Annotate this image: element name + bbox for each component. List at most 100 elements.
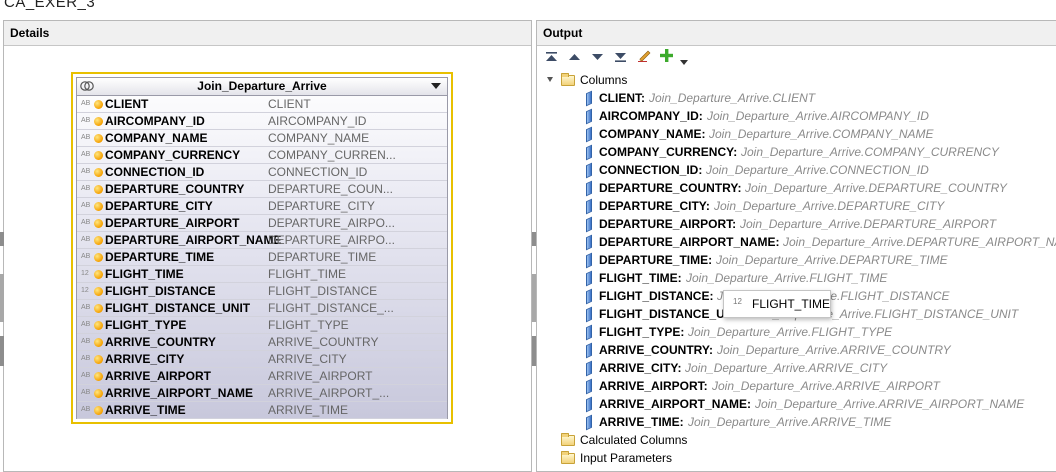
output-column-item[interactable]: DEPARTURE_AIRPORT_NAME: Join_Departure_Ar… <box>537 233 1056 251</box>
node-column-name: COMPANY_NAME <box>105 131 208 145</box>
output-column-item[interactable]: ARRIVE_AIRPORT: Join_Departure_Arrive.ARR… <box>537 377 1056 395</box>
join-node-rows: AB CLIENT CLIENT AB AIRCOMPANY_ID AIRCOMPANY_… <box>77 96 447 419</box>
node-column-source: DEPARTURE_AIRPO... <box>268 233 395 247</box>
join-node[interactable]: Join_Departure_Arrive AB CLIENT CLIENT AB AI… <box>71 72 453 424</box>
move-top-icon[interactable] <box>546 51 557 65</box>
node-column-row[interactable]: AB ARRIVE_AIRPORT ARRIVE_AIRPORT <box>77 368 447 385</box>
output-column-item[interactable]: CLIENT: Join_Departure_Arrive.CLIENT <box>537 89 1056 107</box>
node-column-row[interactable]: AB ARRIVE_TIME ARRIVE_TIME <box>77 402 447 419</box>
node-column-row[interactable]: AB DEPARTURE_TIME DEPARTURE_TIME <box>77 249 447 266</box>
node-column-row[interactable]: AB DEPARTURE_COUNTRY DEPARTURE_COUN... <box>77 181 447 198</box>
output-column-item[interactable]: FLIGHT_TIME: Join_Departure_Arrive.FLIGHT… <box>537 269 1056 287</box>
output-column-item[interactable]: ARRIVE_CITY: Join_Departure_Arrive.ARRIVE… <box>537 359 1056 377</box>
left-sash-marker[interactable] <box>0 336 4 366</box>
dropdown-icon[interactable] <box>680 54 688 68</box>
tooltip-text: FLIGHT_TIME <box>752 297 831 311</box>
folder-icon <box>561 451 575 464</box>
add-icon[interactable] <box>660 49 673 65</box>
key-icon <box>94 117 103 126</box>
column-icon <box>586 234 592 251</box>
node-column-source: COMPANY_CURREN... <box>268 148 396 162</box>
node-column-row[interactable]: 12 FLIGHT_TIME FLIGHT_TIME <box>77 266 447 283</box>
move-down-icon[interactable] <box>592 51 603 65</box>
join-icon <box>80 80 94 92</box>
output-column-source: Join_Departure_Arrive.FLIGHT_TIME <box>686 271 888 285</box>
node-column-row[interactable]: AB ARRIVE_COUNTRY ARRIVE_COUNTRY <box>77 334 447 351</box>
chevron-down-icon[interactable] <box>431 83 441 89</box>
output-column-item[interactable]: ARRIVE_TIME: Join_Departure_Arrive.ARRIVE… <box>537 413 1056 431</box>
node-column-row[interactable]: AB AIRCOMPANY_ID AIRCOMPANY_ID <box>77 113 447 130</box>
node-column-row[interactable]: AB FLIGHT_DISTANCE_UNIT FLIGHT_DISTANCE_..… <box>77 300 447 317</box>
output-column-item[interactable]: AIRCOMPANY_ID: Join_Departure_Arrive.AIRC… <box>537 107 1056 125</box>
column-icon <box>586 90 592 107</box>
left-sash-marker[interactable] <box>0 232 4 246</box>
output-column-item[interactable]: DEPARTURE_COUNTRY: Join_Departure_Arrive.… <box>537 179 1056 197</box>
node-column-name: DEPARTURE_TIME <box>105 250 215 264</box>
node-column-name: DEPARTURE_COUNTRY <box>105 182 245 196</box>
output-column-source: Join_Departure_Arrive.DEPARTURE_CITY <box>714 199 945 213</box>
node-column-row[interactable]: AB COMPANY_CURRENCY COMPANY_CURREN... <box>77 147 447 164</box>
tree-node-input-parameters[interactable]: Input Parameters <box>545 449 845 467</box>
output-column-item[interactable]: COMPANY_NAME: Join_Departure_Arrive.COMPA… <box>537 125 1056 143</box>
expand-arrow-icon[interactable] <box>547 77 553 82</box>
details-panel: Details Join_Departure_Arrive AB CLIENT CL… <box>3 20 532 472</box>
tree-node-columns[interactable]: Columns <box>545 71 845 89</box>
node-column-name: COMPANY_CURRENCY <box>105 148 241 162</box>
output-header: Output <box>537 21 1056 46</box>
output-column-name: AIRCOMPANY_ID: <box>599 109 703 123</box>
node-column-row[interactable]: 12 FLIGHT_DISTANCE FLIGHT_DISTANCE <box>77 283 447 300</box>
output-column-item[interactable]: CONNECTION_ID: Join_Departure_Arrive.CONN… <box>537 161 1056 179</box>
move-bottom-icon[interactable] <box>615 51 626 65</box>
edit-icon[interactable] <box>638 49 651 65</box>
node-column-source: FLIGHT_TIME <box>268 267 347 281</box>
node-column-source: FLIGHT_TYPE <box>268 318 349 332</box>
node-column-row[interactable]: AB DEPARTURE_CITY DEPARTURE_CITY <box>77 198 447 215</box>
output-column-source: Join_Departure_Arrive.ARRIVE_CITY <box>685 361 888 375</box>
output-column-item[interactable]: ARRIVE_AIRPORT_NAME: Join_Departure_Arriv… <box>537 395 1056 413</box>
node-column-name: FLIGHT_TIME <box>105 267 184 281</box>
numeric-type-icon: 12 <box>81 287 89 294</box>
join-node-header[interactable]: Join_Departure_Arrive <box>77 78 447 96</box>
string-type-icon: AB <box>81 372 91 379</box>
string-type-icon: AB <box>81 253 91 260</box>
node-column-row[interactable]: AB COMPANY_NAME COMPANY_NAME <box>77 130 447 147</box>
tree-label-columns: Columns <box>580 73 628 87</box>
node-column-source: DEPARTURE_AIRPO... <box>268 216 395 230</box>
folder-icon <box>561 433 575 446</box>
output-column-item[interactable]: ARRIVE_COUNTRY: Join_Departure_Arrive.ARR… <box>537 341 1056 359</box>
left-sash-marker[interactable] <box>0 274 4 322</box>
folder-icon <box>561 73 575 86</box>
node-column-row[interactable]: AB CLIENT CLIENT <box>77 96 447 113</box>
key-icon <box>94 134 103 143</box>
node-column-row[interactable]: AB DEPARTURE_AIRPORT DEPARTURE_AIRPO... <box>77 215 447 232</box>
output-column-source: Join_Departure_Arrive.CLIENT <box>649 91 816 105</box>
output-column-source: Join_Departure_Arrive.ARRIVE_COUNTRY <box>717 343 951 357</box>
key-icon <box>94 338 103 347</box>
node-column-source: ARRIVE_AIRPORT_... <box>268 386 390 400</box>
output-column-item[interactable]: DEPARTURE_CITY: Join_Departure_Arrive.DEP… <box>537 197 1056 215</box>
node-column-name: ARRIVE_CITY <box>105 352 185 366</box>
key-icon <box>94 372 103 381</box>
key-icon <box>94 389 103 398</box>
node-column-row[interactable]: AB DEPARTURE_AIRPORT_NAME DEPARTURE_AIRPO.… <box>77 232 447 249</box>
output-column-item[interactable]: DEPARTURE_AIRPORT: Join_Departure_Arrive.… <box>537 215 1056 233</box>
output-column-item[interactable]: COMPANY_CURRENCY: Join_Departure_Arrive.C… <box>537 143 1056 161</box>
string-type-icon: AB <box>81 100 91 107</box>
column-icon <box>586 396 592 413</box>
node-column-source: ARRIVE_AIRPORT <box>268 369 373 383</box>
column-icon <box>586 252 592 269</box>
output-column-item[interactable]: FLIGHT_TYPE: Join_Departure_Arrive.FLIGHT… <box>537 323 1056 341</box>
node-column-name: CONNECTION_ID <box>105 165 205 179</box>
move-up-icon[interactable] <box>569 51 580 65</box>
node-column-row[interactable]: AB FLIGHT_TYPE FLIGHT_TYPE <box>77 317 447 334</box>
node-column-row[interactable]: AB ARRIVE_AIRPORT_NAME ARRIVE_AIRPORT_... <box>77 385 447 402</box>
key-icon <box>94 355 103 364</box>
column-icon <box>586 288 592 305</box>
output-column-source: Join_Departure_Arrive.CONNECTION_ID <box>706 163 929 177</box>
key-icon <box>94 406 103 415</box>
node-column-row[interactable]: AB CONNECTION_ID CONNECTION_ID <box>77 164 447 181</box>
output-column-item[interactable]: DEPARTURE_TIME: Join_Departure_Arrive.DEP… <box>537 251 1056 269</box>
key-icon <box>94 253 103 262</box>
node-column-row[interactable]: AB ARRIVE_CITY ARRIVE_CITY <box>77 351 447 368</box>
tree-node-calculated-columns[interactable]: Calculated Columns <box>545 431 845 449</box>
